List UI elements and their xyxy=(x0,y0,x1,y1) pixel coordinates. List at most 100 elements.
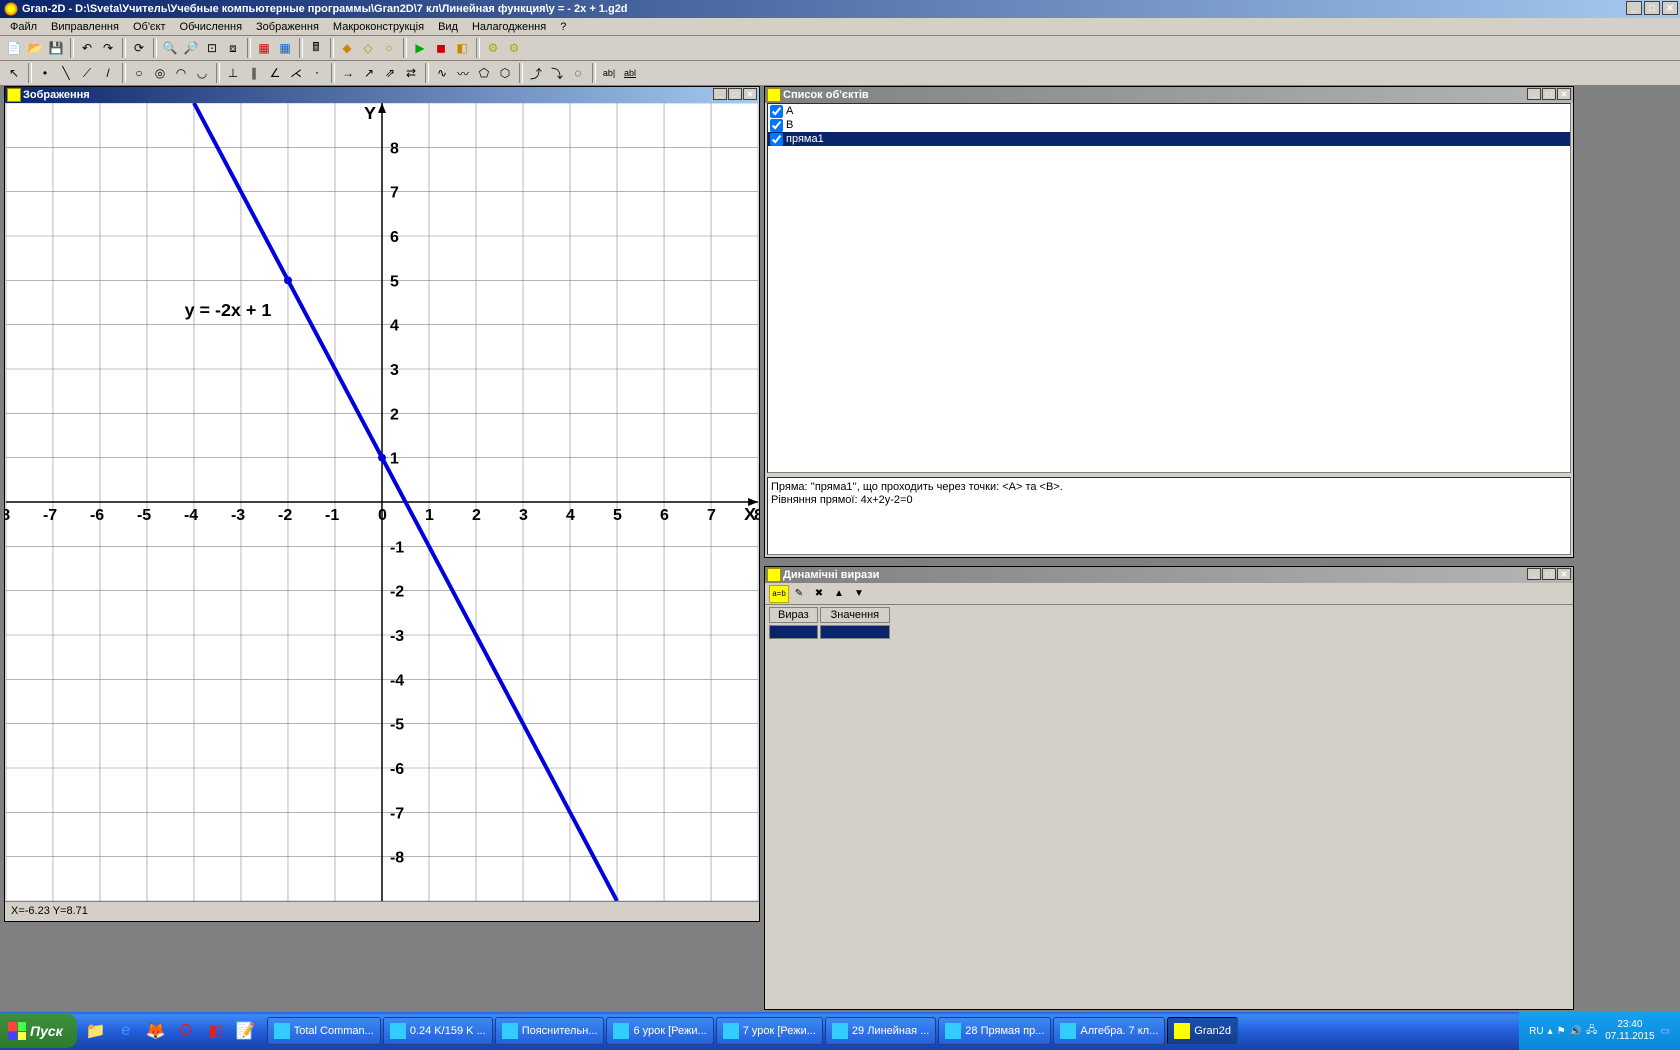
refresh-icon[interactable]: ⟳ xyxy=(129,38,149,58)
taskbar-item[interactable]: Total Comman... xyxy=(267,1017,381,1045)
arc-icon[interactable]: ◠ xyxy=(171,63,191,83)
ql-app-icon[interactable]: ◧ xyxy=(203,1018,229,1044)
transform2-icon[interactable]: ⤵ xyxy=(547,63,567,83)
menu-виправлення[interactable]: Виправлення xyxy=(45,20,125,34)
list-item[interactable]: A xyxy=(768,104,1570,118)
ql-firefox-icon[interactable]: 🦊 xyxy=(143,1018,169,1044)
close-button[interactable]: ✕ xyxy=(1662,1,1678,15)
dyn-header-expr[interactable]: Вираз xyxy=(769,607,818,623)
tool-c-icon[interactable]: ○ xyxy=(379,38,399,58)
poly2-icon[interactable]: ⬡ xyxy=(495,63,515,83)
graph-panel-title[interactable]: Зображення _ □ ✕ xyxy=(5,87,759,103)
maximize-button[interactable]: □ xyxy=(1644,1,1660,15)
zoom-out-icon[interactable]: 🔎 xyxy=(181,38,201,58)
undo-icon[interactable]: ↶ xyxy=(77,38,97,58)
dyn-up-icon[interactable]: ▲ xyxy=(829,585,849,603)
dyn-max-icon[interactable]: □ xyxy=(1542,568,1556,580)
graph-canvas[interactable]: -8-7-6-5-4-3-2-1012345678-8-7-6-5-4-3-2-… xyxy=(5,103,759,901)
tool-h-icon[interactable]: ⚙ xyxy=(504,38,524,58)
parallel-icon[interactable]: ∥ xyxy=(244,63,264,83)
poly-icon[interactable]: ⬠ xyxy=(474,63,494,83)
tray-flag-icon[interactable]: ⚑ xyxy=(1557,1026,1566,1037)
taskbar-item[interactable]: 6 урок [Режи... xyxy=(606,1017,713,1045)
zoom-region-icon[interactable]: ⧈ xyxy=(223,38,243,58)
dyn-header-val[interactable]: Значення xyxy=(820,607,890,623)
arc2-icon[interactable]: ◡ xyxy=(192,63,212,83)
segment-icon[interactable]: ╲ xyxy=(56,63,76,83)
menu-?[interactable]: ? xyxy=(554,20,572,34)
objects-list[interactable]: ABпряма1 xyxy=(767,103,1571,473)
angle-icon[interactable]: ∠ xyxy=(265,63,285,83)
dyn-close-icon[interactable]: ✕ xyxy=(1557,568,1571,580)
taskbar-item[interactable]: 7 урок [Режи... xyxy=(716,1017,823,1045)
tray-up-icon[interactable]: ▴ xyxy=(1548,1026,1553,1037)
tray-net-icon[interactable]: 🖧 xyxy=(1586,1023,1597,1040)
graph-close-icon[interactable]: ✕ xyxy=(743,88,757,100)
lang-indicator[interactable]: RU xyxy=(1529,1026,1543,1037)
menu-файл[interactable]: Файл xyxy=(4,20,43,34)
tray-clock[interactable]: 23:4007.11.2015 xyxy=(1605,1019,1654,1043)
tray-sound-icon[interactable]: 🔊 xyxy=(1570,1026,1582,1037)
open-icon[interactable]: 📂 xyxy=(25,38,45,58)
tool-f-icon[interactable]: ◧ xyxy=(452,38,472,58)
obj-max-icon[interactable]: □ xyxy=(1542,88,1556,100)
circle-icon[interactable]: ○ xyxy=(129,63,149,83)
taskbar-item[interactable]: Gran2d xyxy=(1167,1017,1238,1045)
save-icon[interactable]: 💾 xyxy=(46,38,66,58)
midpoint-icon[interactable]: ⋅ xyxy=(307,63,327,83)
minimize-button[interactable]: _ xyxy=(1626,1,1642,15)
dyn-down-icon[interactable]: ▼ xyxy=(849,585,869,603)
dyn-del-icon[interactable]: ✖ xyxy=(809,585,829,603)
taskbar-item[interactable]: Пояснительн... xyxy=(495,1017,605,1045)
grid-blue-icon[interactable]: ▦ xyxy=(275,38,295,58)
object-checkbox[interactable] xyxy=(770,105,783,118)
menu-налагодження[interactable]: Налагодження xyxy=(466,20,552,34)
menu-макроконструкція[interactable]: Макроконструкція xyxy=(327,20,430,34)
graph-max-icon[interactable]: □ xyxy=(728,88,742,100)
list-item[interactable]: B xyxy=(768,118,1570,132)
vector2-icon[interactable]: ↗ xyxy=(359,63,379,83)
obj-min-icon[interactable]: _ xyxy=(1527,88,1541,100)
curve-icon[interactable]: ∿ xyxy=(432,63,452,83)
zoom-in-icon[interactable]: 🔍 xyxy=(160,38,180,58)
menu-зображення[interactable]: Зображення xyxy=(250,20,325,34)
dyn-table[interactable]: ВиразЗначення xyxy=(767,605,892,641)
tray-desktop-icon[interactable]: ▭ xyxy=(1661,1026,1670,1037)
obj-close-icon[interactable]: ✕ xyxy=(1557,88,1571,100)
ql-opera-icon[interactable]: O xyxy=(173,1018,199,1044)
dyn-edit-icon[interactable]: ✎ xyxy=(789,585,809,603)
tool-g-icon[interactable]: ⚙ xyxy=(483,38,503,58)
grid-red-icon[interactable]: ▦ xyxy=(254,38,274,58)
tool-e-icon[interactable]: ◼ xyxy=(431,38,451,58)
circle2-icon[interactable]: ◎ xyxy=(150,63,170,83)
label-abl-icon[interactable]: abl xyxy=(620,63,640,83)
transform-icon[interactable]: ⤴ xyxy=(526,63,546,83)
tool-a-icon[interactable]: ◆ xyxy=(337,38,357,58)
taskbar-item[interactable]: Алгебра. 7 кл... xyxy=(1053,1017,1165,1045)
start-button[interactable]: Пуск xyxy=(0,1014,77,1048)
perp-icon[interactable]: ⊥ xyxy=(223,63,243,83)
line-icon[interactable]: / xyxy=(98,63,118,83)
object-checkbox[interactable] xyxy=(770,119,783,132)
list-item[interactable]: пряма1 xyxy=(768,132,1570,146)
dyn-cell-expr[interactable] xyxy=(769,625,818,639)
tool-b-icon[interactable]: ◇ xyxy=(358,38,378,58)
redo-icon[interactable]: ↷ xyxy=(98,38,118,58)
new-icon[interactable]: 📄 xyxy=(4,38,24,58)
dyn-add-icon[interactable]: a=b xyxy=(769,585,789,603)
point-icon[interactable]: • xyxy=(35,63,55,83)
menu-об'єкт[interactable]: Об'єкт xyxy=(127,20,172,34)
ql-notes-icon[interactable]: 📝 xyxy=(233,1018,259,1044)
label-ab-icon[interactable]: ab| xyxy=(599,63,619,83)
curve2-icon[interactable]: 〰 xyxy=(453,63,473,83)
menu-вид[interactable]: Вид xyxy=(432,20,464,34)
reflect-icon[interactable]: ⇄ xyxy=(401,63,421,83)
ray-icon[interactable]: ⟋ xyxy=(77,63,97,83)
zoom-fit-icon[interactable]: ⊡ xyxy=(202,38,222,58)
vector-icon[interactable]: → xyxy=(338,63,358,83)
bisector-icon[interactable]: ⋌ xyxy=(286,63,306,83)
menu-обчислення[interactable]: Обчислення xyxy=(174,20,249,34)
dyn-cell-val[interactable] xyxy=(820,625,890,639)
graph-min-icon[interactable]: _ xyxy=(713,88,727,100)
taskbar-item[interactable]: 28 Прямая пр... xyxy=(938,1017,1051,1045)
